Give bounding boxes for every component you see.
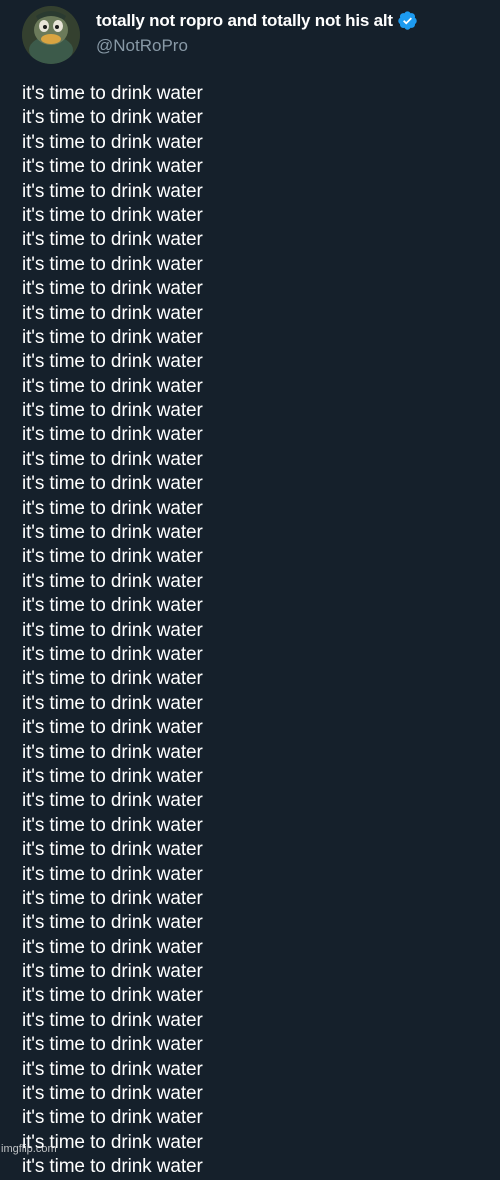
verified-badge-icon <box>398 11 417 30</box>
tweet-text-line: it's time to drink water <box>22 668 203 690</box>
tweet-text-line: it's time to drink water <box>22 351 203 373</box>
tweet-header: totally not ropro and totally not his al… <box>22 6 492 66</box>
tweet-text-line: it's time to drink water <box>22 961 203 983</box>
tweet-text-line: it's time to drink water <box>22 448 203 470</box>
tweet-text-line: it's time to drink water <box>22 375 203 397</box>
tweet-text-line: it's time to drink water <box>22 790 203 812</box>
tweet-text: it's time to drink water it's time to dri… <box>22 82 482 1180</box>
tweet-text-line: it's time to drink water <box>22 302 203 324</box>
tweet-text-line: it's time to drink water <box>22 107 203 129</box>
tweet-text-line: it's time to drink water <box>22 253 203 275</box>
name-row[interactable]: totally not ropro and totally not his al… <box>96 10 418 31</box>
display-name[interactable]: totally not ropro and totally not his al… <box>96 11 393 31</box>
tweet-text-line: it's time to drink water <box>22 1058 203 1080</box>
tweet-text-line: it's time to drink water <box>22 717 203 739</box>
tweet-text-line: it's time to drink water <box>22 83 203 104</box>
tweet-text-line: it's time to drink water <box>22 473 203 495</box>
tweet-text-line: it's time to drink water <box>22 424 203 446</box>
tweet-text-line: it's time to drink water <box>22 326 203 348</box>
tweet-text-line: it's time to drink water <box>22 522 203 544</box>
tweet-text-line: it's time to drink water <box>22 595 203 617</box>
tweet: totally not ropro and totally not his al… <box>0 0 500 1177</box>
tweet-text-line: it's time to drink water <box>22 204 203 226</box>
tweet-text-line: it's time to drink water <box>22 985 203 1007</box>
tweet-text-line: it's time to drink water <box>22 839 203 861</box>
tweet-text-line: it's time to drink water <box>22 278 203 300</box>
tweet-text-line: it's time to drink water <box>22 400 203 422</box>
tweet-text-line: it's time to drink water <box>22 887 203 909</box>
tweet-text-line: it's time to drink water <box>22 912 203 934</box>
tweet-text-line: it's time to drink water <box>22 131 203 153</box>
tweet-text-line: it's time to drink water <box>22 692 203 714</box>
tweet-text-line: it's time to drink water <box>22 643 203 665</box>
tweet-text-line: it's time to drink water <box>22 229 203 251</box>
watermark: imgflip.com <box>1 1143 57 1155</box>
tweet-text-line: it's time to drink water <box>22 1131 203 1153</box>
tweet-text-line: it's time to drink water <box>22 619 203 641</box>
tweet-text-line: it's time to drink water <box>22 863 203 885</box>
tweet-text-line: it's time to drink water <box>22 1083 203 1105</box>
tweet-text-line: it's time to drink water <box>22 1009 203 1031</box>
tweet-text-line: it's time to drink water <box>22 570 203 592</box>
tweet-text-line: it's time to drink water <box>22 741 203 763</box>
tweet-text-line: it's time to drink water <box>22 814 203 836</box>
tweet-text-line: it's time to drink water <box>22 546 203 568</box>
tweet-text-line: it's time to drink water <box>22 765 203 787</box>
tweet-text-line: it's time to drink water <box>22 936 203 958</box>
tweet-text-line: it's time to drink water <box>22 497 203 519</box>
tweet-text-line: it's time to drink water <box>22 180 203 202</box>
duck-character-avatar-icon <box>22 6 80 64</box>
user-handle[interactable]: @NotRoPro <box>96 36 188 56</box>
tweet-text-line: it's time to drink water <box>22 1034 203 1056</box>
avatar[interactable] <box>22 6 80 64</box>
tweet-text-line: it's time to drink water <box>22 1156 203 1178</box>
tweet-text-line: it's time to drink water <box>22 1107 203 1129</box>
tweet-text-line: it's time to drink water <box>22 156 203 178</box>
